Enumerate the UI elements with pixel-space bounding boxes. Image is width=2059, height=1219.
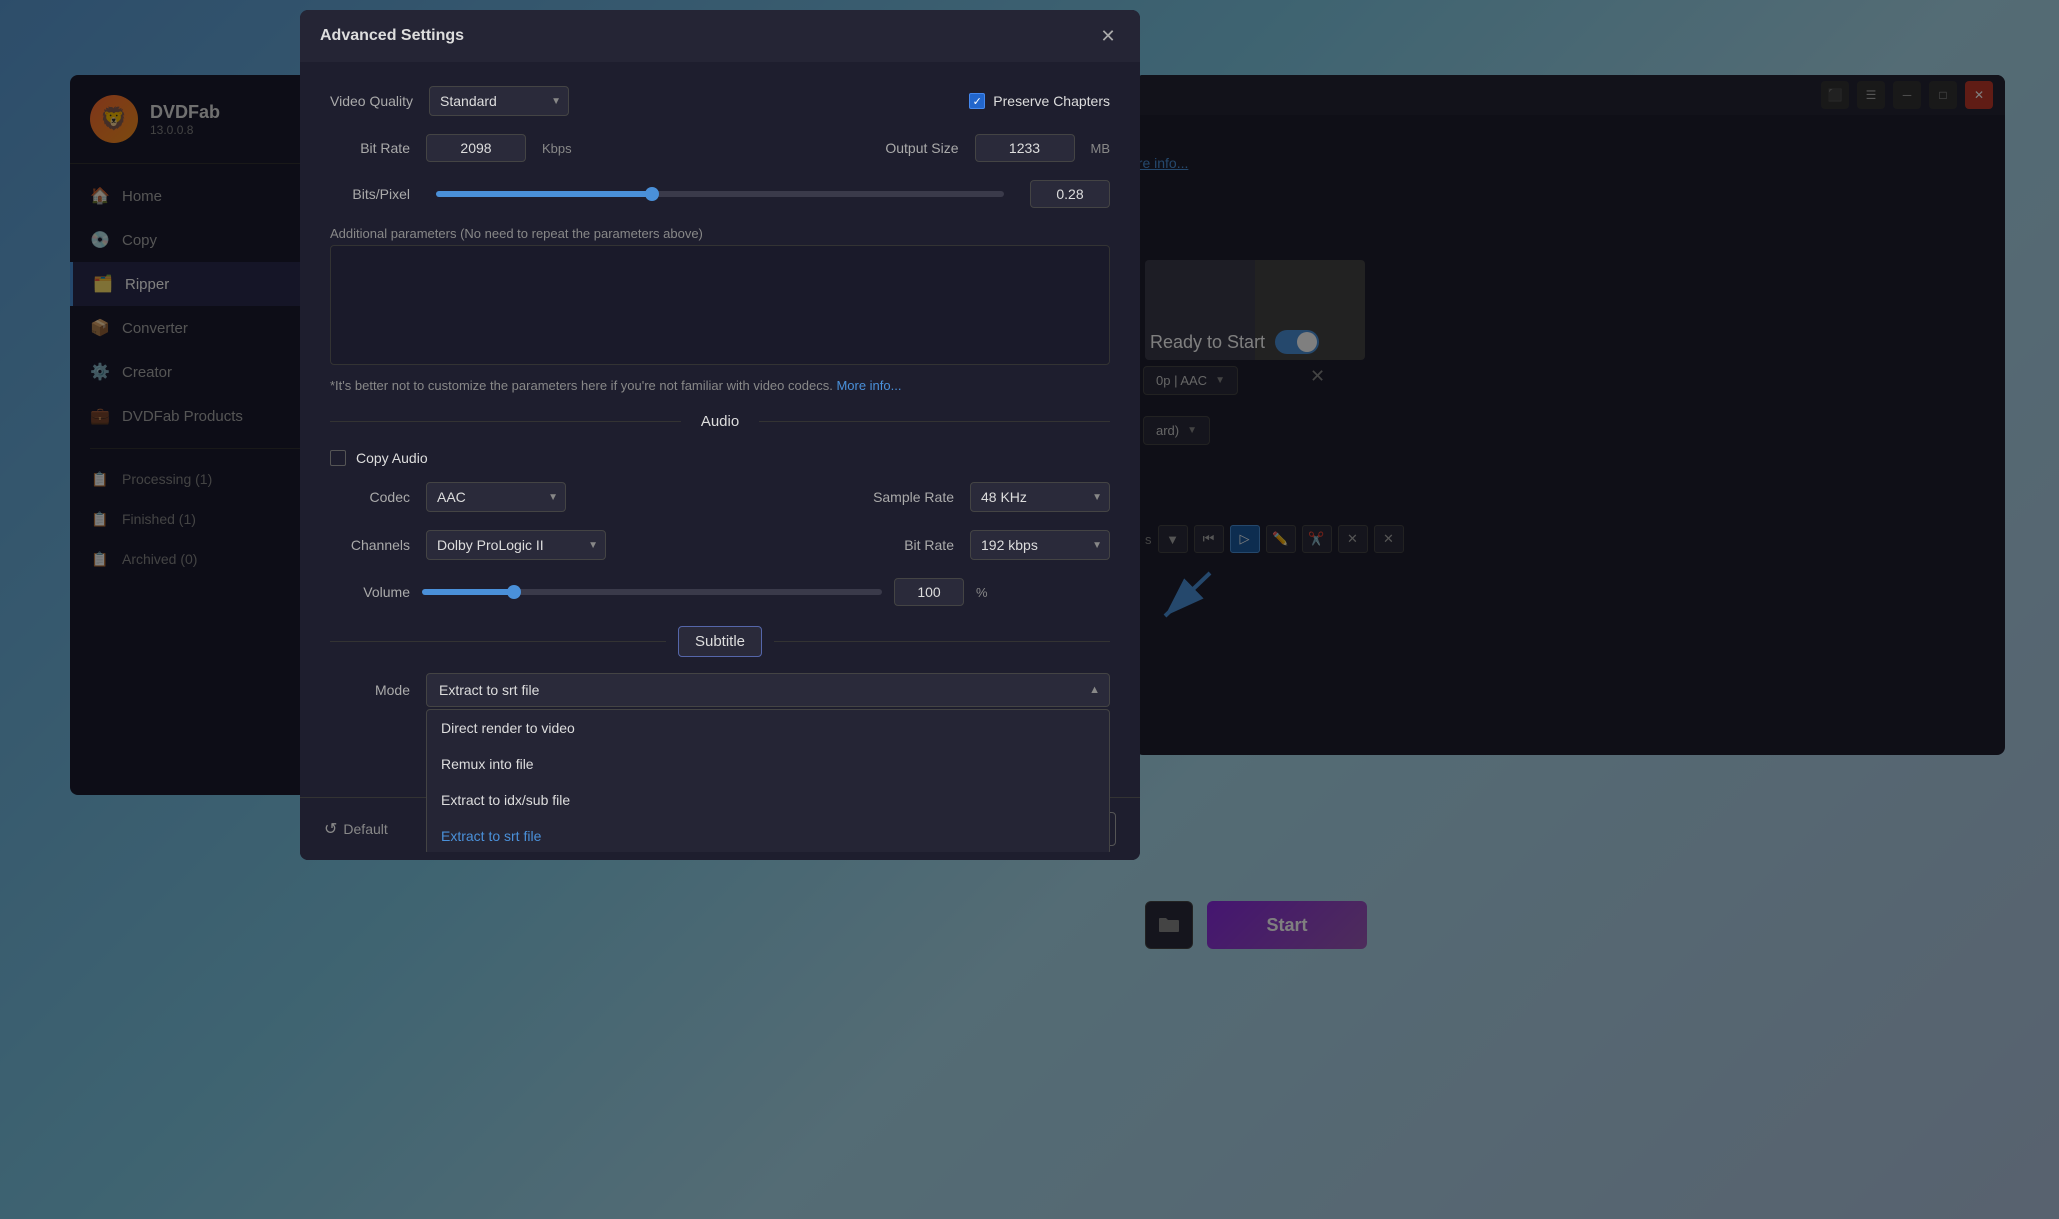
bits-pixel-row: Bits/Pixel	[330, 180, 1110, 208]
channels-select-wrapper: Dolby ProLogic II ▼	[426, 530, 606, 560]
subtitle-section-divider: Subtitle	[330, 626, 1110, 657]
preserve-chapters-checkbox[interactable]: ✓	[969, 93, 985, 109]
bit-rate-input[interactable]	[426, 134, 526, 162]
reset-icon: ↺	[324, 819, 337, 839]
sample-rate-select-wrapper: 48 KHz ▼	[970, 482, 1110, 512]
bits-pixel-slider[interactable]	[436, 191, 1004, 197]
modal-title: Advanced Settings	[320, 27, 464, 45]
sample-rate-label: Sample Rate	[873, 489, 954, 505]
divider-line-right	[759, 421, 1110, 422]
channels-label: Channels	[330, 537, 410, 553]
advanced-settings-modal: Advanced Settings ✕ Video Quality Standa…	[300, 10, 1140, 860]
subtitle-section-label: Subtitle	[678, 626, 762, 657]
mode-option-extract-idx[interactable]: Extract to idx/sub file	[427, 782, 1109, 818]
volume-fill	[422, 589, 514, 595]
codec-select[interactable]: AAC	[426, 482, 566, 512]
modal-titlebar: Advanced Settings ✕	[300, 10, 1140, 62]
video-quality-label: Video Quality	[330, 93, 413, 109]
volume-thumb	[507, 585, 521, 599]
mode-row: Mode Extract to srt file ▲ Direct render…	[330, 673, 1110, 707]
copy-audio-label: Copy Audio	[356, 450, 428, 466]
mode-label: Mode	[330, 682, 410, 698]
preserve-chapters-row: ✓ Preserve Chapters	[969, 93, 1110, 109]
mode-option-direct-render[interactable]: Direct render to video	[427, 710, 1109, 746]
slider-thumb	[645, 187, 659, 201]
video-quality-select-wrapper: Standard ▼	[429, 86, 569, 116]
codec-more-info-link[interactable]: More info...	[836, 378, 901, 393]
volume-label: Volume	[330, 584, 410, 600]
slider-fill	[436, 191, 652, 197]
subtitle-divider-left	[330, 641, 666, 642]
mode-select[interactable]: Extract to srt file	[426, 673, 1110, 707]
mode-dropdown-menu: Direct render to video Remux into file E…	[426, 709, 1110, 852]
additional-params-textarea[interactable]	[330, 245, 1110, 365]
codec-sample-row: Codec AAC ▼ Sample Rate 48 KHz ▼	[330, 482, 1110, 512]
channels-select[interactable]: Dolby ProLogic II	[426, 530, 606, 560]
divider-line-left	[330, 421, 681, 422]
sample-rate-select[interactable]: 48 KHz	[970, 482, 1110, 512]
channels-bitrate-row: Channels Dolby ProLogic II ▼ Bit Rate 19…	[330, 530, 1110, 560]
output-size-input[interactable]	[975, 134, 1075, 162]
bit-rate-unit: Kbps	[542, 141, 572, 156]
volume-input[interactable]	[894, 578, 964, 606]
modal-close-button[interactable]: ✕	[1096, 24, 1120, 48]
params-note: Additional parameters (No need to repeat…	[330, 226, 1110, 241]
mode-option-remux[interactable]: Remux into file	[427, 746, 1109, 782]
mode-option-extract-srt[interactable]: Extract to srt file	[427, 818, 1109, 852]
audio-bit-rate-select[interactable]: 192 kbps	[970, 530, 1110, 560]
volume-row: Volume %	[330, 578, 1110, 606]
bit-rate-label: Bit Rate	[330, 140, 410, 156]
output-size-label: Output Size	[879, 140, 959, 156]
output-size-unit: MB	[1091, 141, 1111, 156]
video-quality-row: Video Quality Standard ▼ ✓ Preserve Chap…	[330, 86, 1110, 116]
bits-pixel-label: Bits/Pixel	[330, 186, 410, 202]
subtitle-divider-right	[774, 641, 1110, 642]
volume-unit: %	[976, 585, 988, 600]
volume-slider[interactable]	[422, 589, 882, 595]
default-button[interactable]: ↺ Default	[324, 819, 388, 839]
audio-bit-rate-label: Bit Rate	[874, 537, 954, 553]
codec-select-wrapper: AAC ▼	[426, 482, 566, 512]
copy-audio-row: Copy Audio	[330, 450, 1110, 466]
bits-pixel-input[interactable]	[1030, 180, 1110, 208]
bitrate-row: Bit Rate Kbps Output Size MB	[330, 134, 1110, 162]
mode-select-wrapper: Extract to srt file ▲ Direct render to v…	[426, 673, 1110, 707]
audio-section-divider: Audio	[330, 413, 1110, 430]
copy-audio-checkbox[interactable]	[330, 450, 346, 466]
audio-section-label: Audio	[693, 413, 747, 430]
codec-label: Codec	[330, 489, 410, 505]
video-quality-select[interactable]: Standard	[429, 86, 569, 116]
codec-note: *It's better not to customize the parame…	[330, 378, 1110, 393]
audio-bit-rate-select-wrapper: 192 kbps ▼	[970, 530, 1110, 560]
preserve-chapters-label: Preserve Chapters	[993, 93, 1110, 109]
modal-body: Video Quality Standard ▼ ✓ Preserve Chap…	[300, 62, 1140, 852]
